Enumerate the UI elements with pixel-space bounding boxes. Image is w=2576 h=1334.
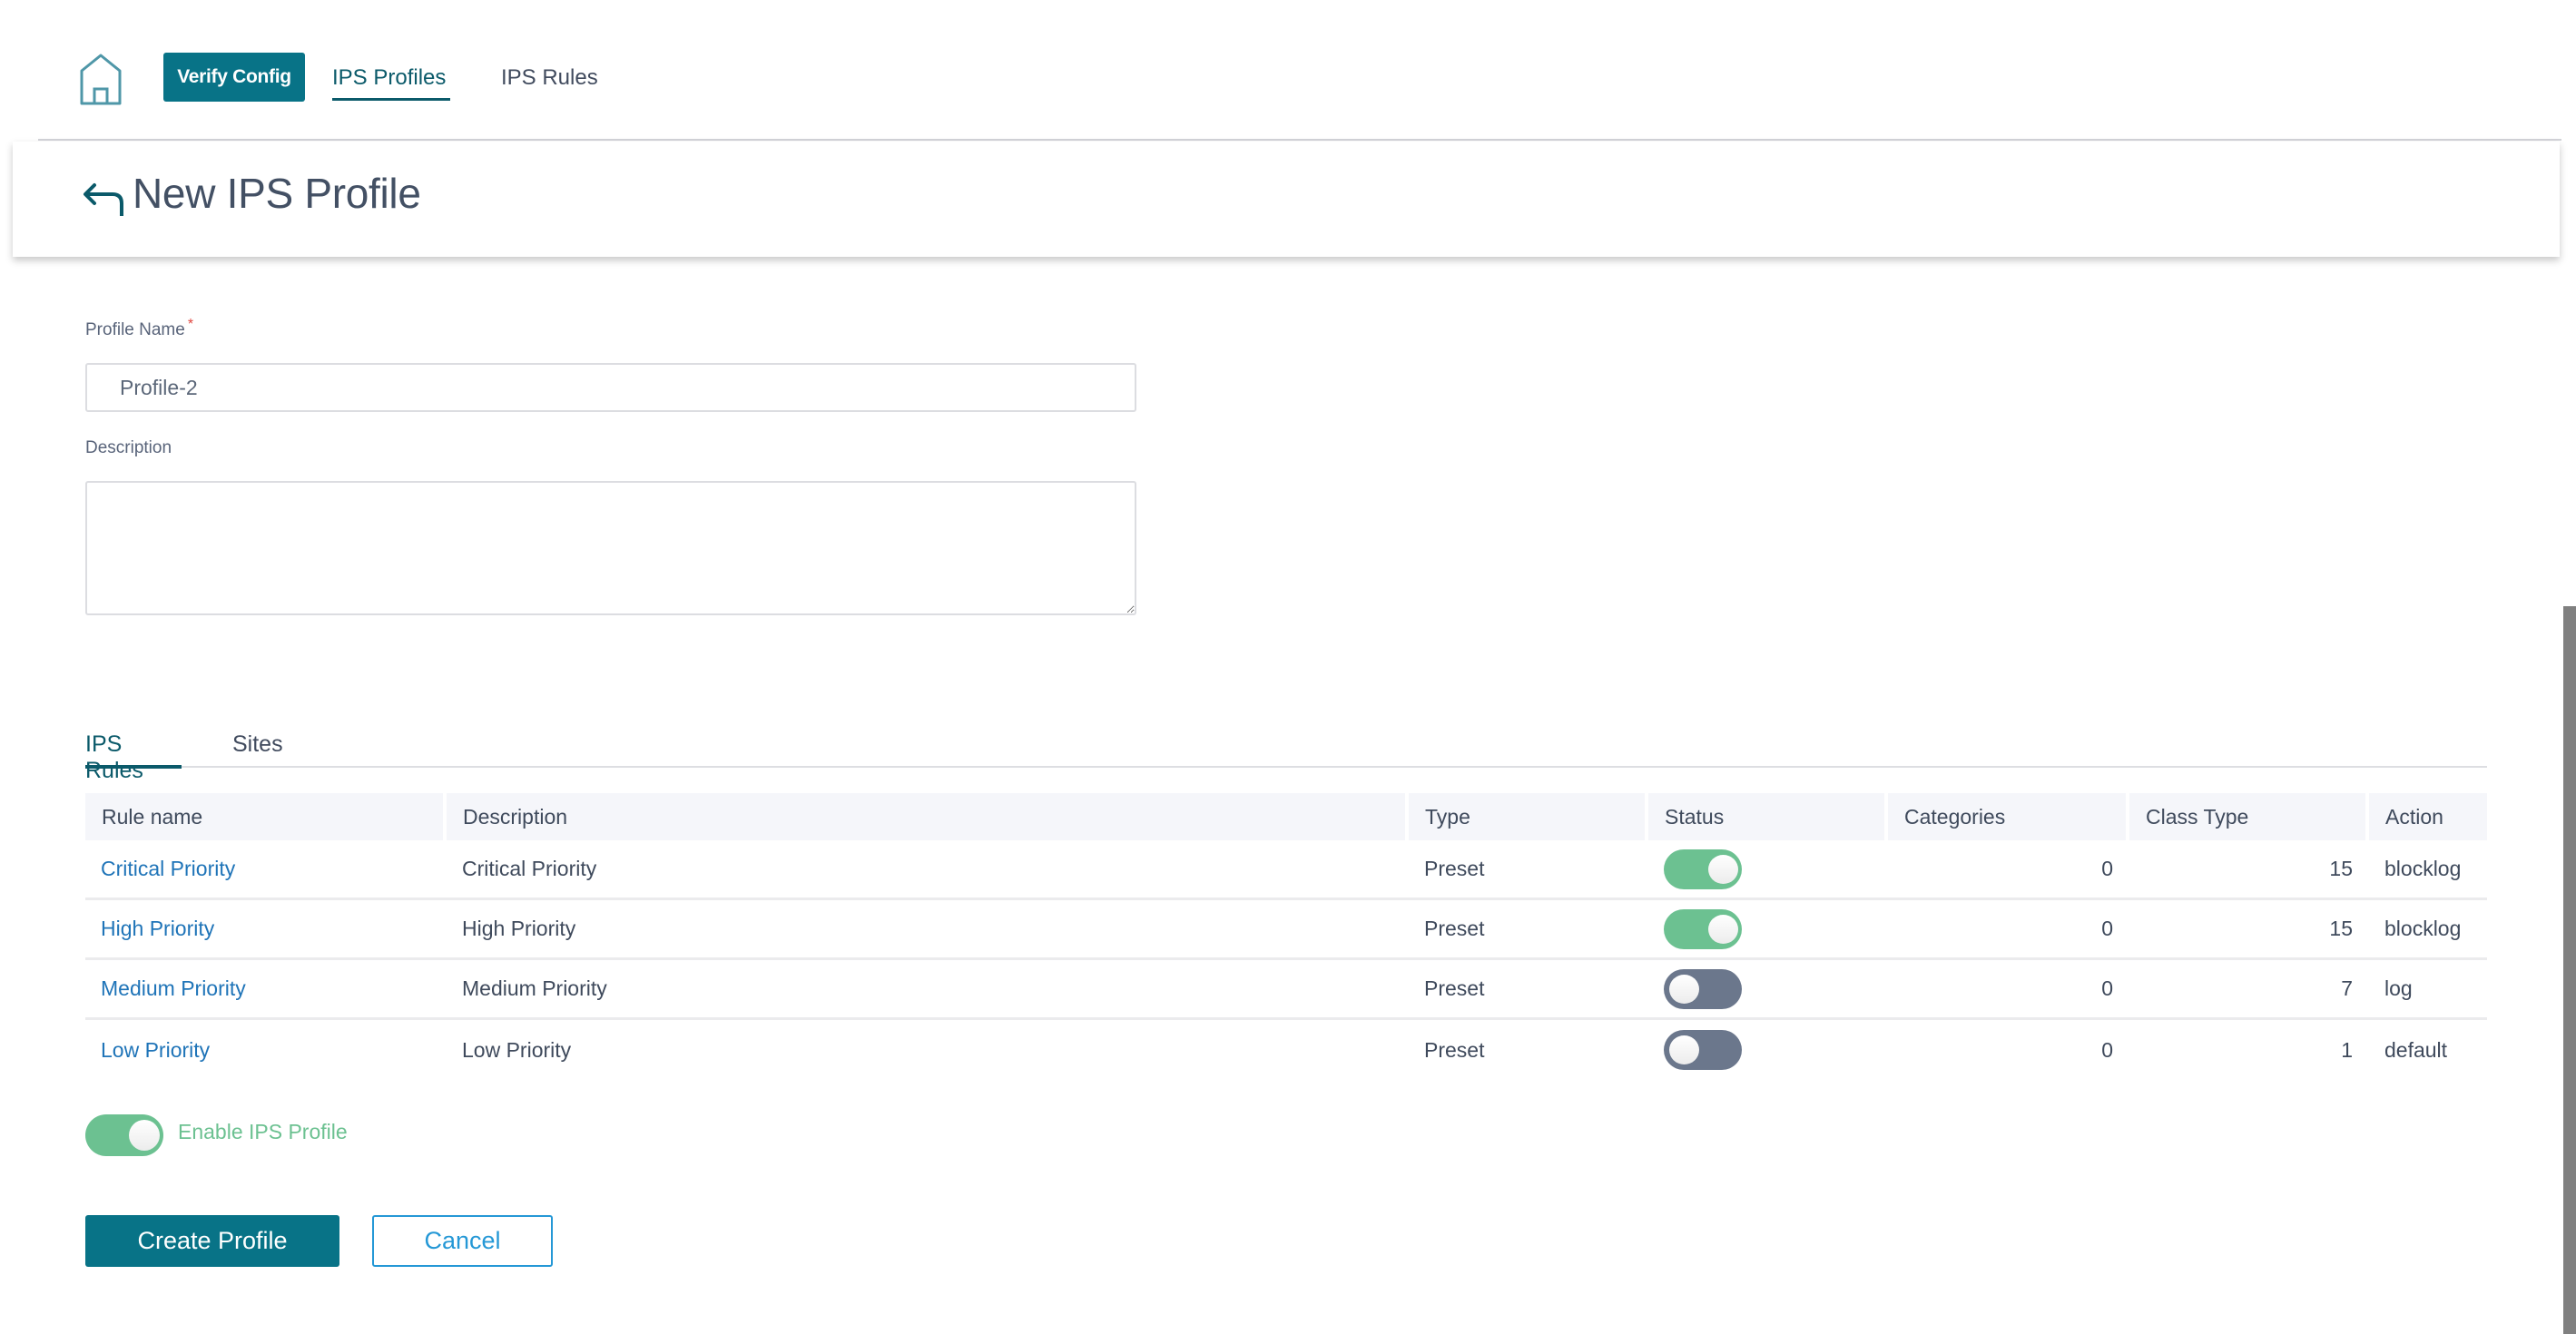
- cell-description: Medium Priority: [447, 960, 1409, 1020]
- toggle-knob: [129, 1120, 160, 1151]
- cell-rule-name: Critical Priority: [85, 840, 447, 900]
- description-label: Description: [85, 438, 172, 457]
- table-row: High Priority High Priority Preset 0 15 block…: [85, 900, 2487, 960]
- toggle-knob: [1669, 1035, 1699, 1064]
- cell-type: Preset: [1409, 900, 1648, 960]
- cell-categories: 0: [1888, 960, 2129, 1020]
- header-divider: [38, 139, 2561, 141]
- column-header-type[interactable]: Type: [1409, 793, 1648, 840]
- toggle-knob: [1708, 854, 1738, 884]
- cell-status: [1648, 900, 1888, 960]
- cell-rule-name: Low Priority: [85, 1020, 447, 1080]
- cell-rule-name: High Priority: [85, 900, 447, 960]
- cell-categories: 0: [1888, 840, 2129, 900]
- cell-action: blocklog: [2369, 840, 2487, 900]
- cell-description: High Priority: [447, 900, 1409, 960]
- column-header-action[interactable]: Action: [2369, 793, 2487, 840]
- status-toggle[interactable]: [1664, 908, 1742, 949]
- cell-categories: 0: [2101, 1037, 2113, 1062]
- verify-config-button[interactable]: Verify Config: [163, 53, 305, 102]
- table-row: Critical Priority Critical Priority Preset…: [85, 840, 2487, 900]
- profile-name-input[interactable]: [85, 363, 1136, 412]
- table-row: Low Priority Low Priority Preset 0 1 default: [85, 1020, 2487, 1080]
- cell-class-type: 15: [2129, 840, 2369, 900]
- status-toggle[interactable]: [1664, 968, 1742, 1009]
- cell-type: Preset: [1424, 1037, 1485, 1062]
- cell-class-type: 1: [2341, 1037, 2353, 1062]
- rule-name-link[interactable]: Low Priority: [101, 1038, 210, 1062]
- column-header-categories[interactable]: Categories: [1888, 793, 2129, 840]
- cell-action: log: [2369, 960, 2487, 1020]
- description-textarea[interactable]: [85, 481, 1136, 615]
- column-header-description[interactable]: Description: [447, 793, 1409, 840]
- toggle-knob: [1669, 974, 1699, 1004]
- status-toggle[interactable]: [1664, 1030, 1742, 1070]
- rule-name-link[interactable]: Medium Priority: [101, 976, 246, 1000]
- table-header-row: Rule name Description Type Status Catego…: [85, 793, 2487, 840]
- create-profile-button[interactable]: Create Profile: [85, 1215, 339, 1267]
- toggle-knob: [1708, 914, 1738, 944]
- status-toggle[interactable]: [1664, 848, 1742, 889]
- nav-tab-ips-profiles[interactable]: IPS Profiles: [332, 65, 450, 102]
- enable-ips-profile-label: Enable IPS Profile: [178, 1120, 348, 1143]
- profile-name-label: Profile Name *: [85, 317, 194, 339]
- required-mark: *: [187, 317, 194, 332]
- enable-ips-profile-toggle[interactable]: [85, 1114, 163, 1156]
- ips-rules-table: Rule name Description Type Status Catego…: [85, 793, 2487, 1080]
- rule-name-link[interactable]: High Priority: [101, 917, 214, 940]
- cell-description: Critical Priority: [447, 840, 1409, 900]
- cancel-button[interactable]: Cancel: [372, 1215, 553, 1267]
- subtabs-divider: [85, 766, 2487, 768]
- column-header-status[interactable]: Status: [1648, 793, 1888, 840]
- cell-rule-name: Medium Priority: [85, 960, 447, 1020]
- cell-description: Low Priority: [462, 1037, 572, 1062]
- cell-status: [1648, 1020, 1888, 1080]
- nav-tab-ips-rules[interactable]: IPS Rules: [501, 65, 598, 102]
- column-header-rule-name[interactable]: Rule name: [85, 793, 447, 840]
- cell-categories: 0: [1888, 900, 2129, 960]
- cell-class-type: 15: [2129, 900, 2369, 960]
- page-title: New IPS Profile: [133, 170, 421, 217]
- cell-type: Preset: [1409, 960, 1648, 1020]
- table-row: Medium Priority Medium Priority Preset 0 7 lo…: [85, 960, 2487, 1020]
- vertical-scrollbar-thumb[interactable]: [2563, 606, 2576, 1334]
- column-header-class-type[interactable]: Class Type: [2129, 793, 2369, 840]
- page-header: New IPS Profile: [13, 142, 2560, 257]
- tab-sites[interactable]: Sites: [232, 731, 283, 768]
- cell-action: blocklog: [2369, 900, 2487, 960]
- cell-class-type: 7: [2129, 960, 2369, 1020]
- cell-action: default: [2384, 1037, 2448, 1062]
- tab-ips-rules[interactable]: IPS Rules: [85, 731, 182, 783]
- cell-type: Preset: [1409, 840, 1648, 900]
- cell-status: [1648, 840, 1888, 900]
- cell-status: [1648, 960, 1888, 1020]
- home-icon[interactable]: [78, 53, 123, 105]
- rule-name-link[interactable]: Critical Priority: [101, 857, 235, 880]
- back-arrow-icon[interactable]: [82, 181, 125, 216]
